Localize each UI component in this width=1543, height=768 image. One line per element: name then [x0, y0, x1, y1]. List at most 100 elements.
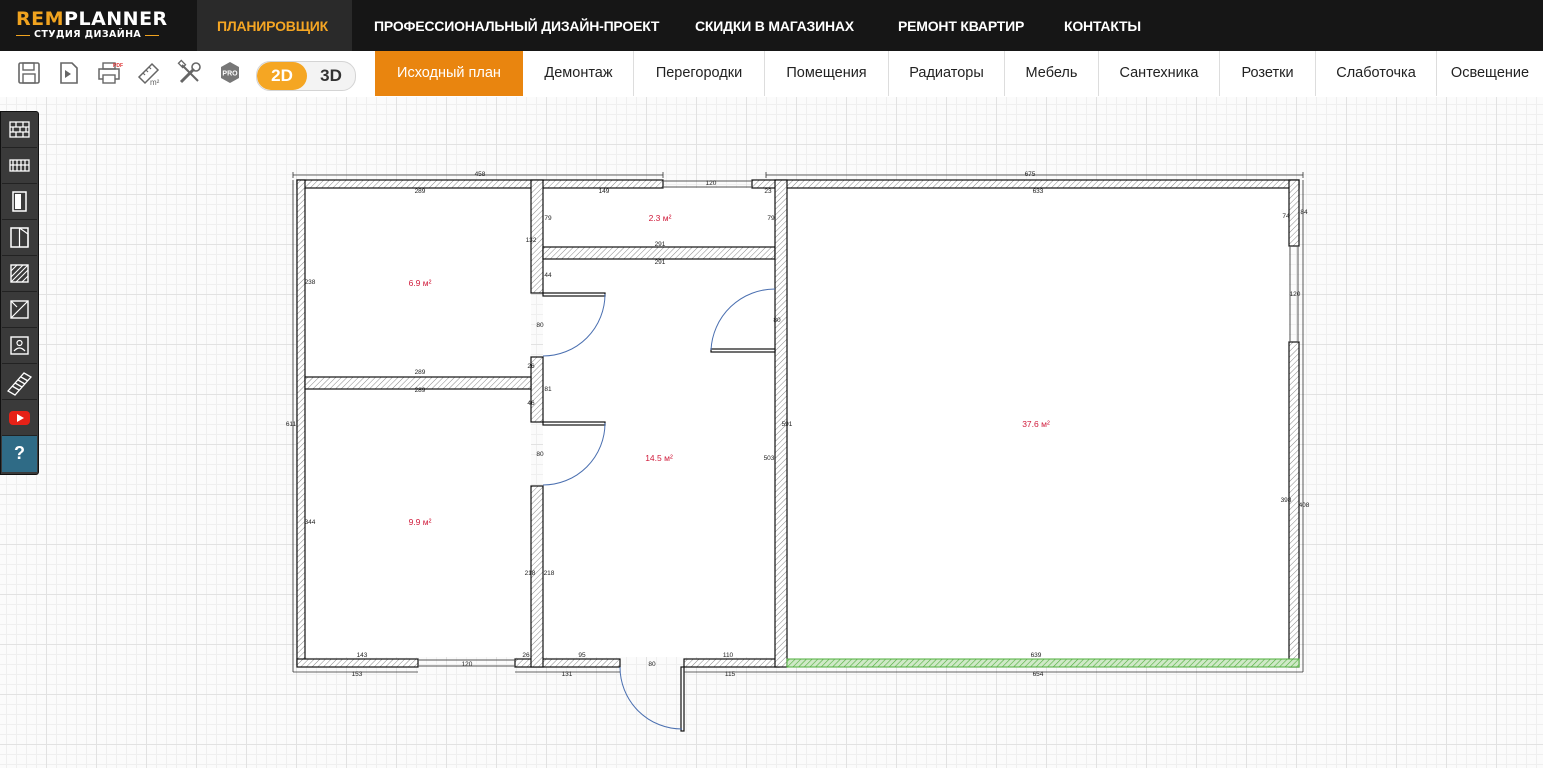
dim-label: 289 — [415, 369, 426, 376]
mode-3d-button[interactable]: 3D — [307, 62, 355, 90]
dim-label: 80 — [648, 661, 656, 668]
tab-plumbing[interactable]: Сантехника — [1099, 51, 1220, 96]
dim-label: 153 — [352, 671, 363, 678]
wall — [296, 179, 664, 189]
room-area-label[interactable]: 9.9 м² — [409, 517, 432, 527]
dim-label: 289 — [415, 387, 426, 394]
dim-label: 74 — [1282, 213, 1290, 220]
brick-wall-icon[interactable] — [2, 112, 37, 148]
dim-label: 26 — [527, 363, 535, 370]
door-leaf — [710, 348, 776, 353]
dim-label: 149 — [599, 188, 610, 195]
dim-label: 44 — [544, 272, 552, 279]
room-area-label[interactable]: 6.9 м² — [409, 278, 432, 288]
dim-label: 398 — [1281, 497, 1292, 504]
door-leaf — [680, 666, 685, 732]
plan-canvas[interactable]: 458 120 23 675 289 149 79 79 633 74 84 1… — [0, 97, 1543, 768]
dim-label: 120 — [706, 180, 717, 187]
tab-partitions[interactable]: Перегородки — [634, 51, 765, 96]
svg-text:PRO: PRO — [222, 71, 238, 78]
dim-label: 291 — [655, 241, 666, 248]
dim-label: 79 — [767, 215, 775, 222]
wall — [751, 179, 1300, 189]
left-tool-panel: ? — [0, 111, 39, 475]
tab-radiators[interactable]: Радиаторы — [889, 51, 1005, 96]
room-area-label[interactable]: 37.6 м² — [1022, 419, 1050, 429]
nav-apartment-renovation[interactable]: РЕМОНТ КВАРТИР — [898, 0, 1024, 51]
room-label-icon[interactable] — [2, 328, 37, 364]
wall — [1288, 341, 1300, 668]
dim-label: 143 — [357, 652, 368, 659]
wall — [1288, 179, 1300, 247]
dim-label: 95 — [578, 652, 586, 659]
dim-label: 23 — [764, 188, 772, 195]
dim-label: 503 — [764, 455, 775, 462]
tab-rooms[interactable]: Помещения — [765, 51, 889, 96]
dim-label: 80 — [536, 322, 544, 329]
nav-contacts[interactable]: КОНТАКТЫ — [1064, 0, 1141, 51]
tab-furniture[interactable]: Мебель — [1005, 51, 1099, 96]
mode-2d-button[interactable]: 2D — [257, 62, 307, 90]
dim-label: 26 — [522, 652, 530, 659]
dim-label: 79 — [544, 215, 552, 222]
dim-label: 46 — [527, 400, 535, 407]
tab-lighting[interactable]: Освещение — [1437, 51, 1543, 96]
dim-label: 218 — [544, 570, 555, 577]
dim-label: 639 — [1031, 652, 1042, 659]
dim-label: 591 — [782, 421, 793, 428]
svg-text:m²: m² — [150, 78, 160, 87]
floor-plan[interactable]: 458 120 23 675 289 149 79 79 633 74 84 1… — [0, 97, 1543, 768]
help-icon[interactable]: ? — [2, 436, 37, 472]
tab-sockets[interactable]: Розетки — [1220, 51, 1316, 96]
nav-design-project[interactable]: ПРОФЕССИОНАЛЬНЫЙ ДИЗАЙН-ПРОЕКТ — [374, 0, 659, 51]
wall — [683, 658, 780, 668]
top-navigation-bar: REMPLANNER СТУДИЯ ДИЗАЙНА ПЛАНИРОВЩИК ПР… — [0, 0, 1543, 51]
balcony-wall — [786, 658, 1300, 668]
dim-label: 132 — [526, 237, 537, 244]
tab-low-current[interactable]: Слаботочка — [1316, 51, 1437, 96]
tab-original-plan[interactable]: Исходный план — [375, 51, 523, 96]
nav-planner[interactable]: ПЛАНИРОВЩИК — [217, 0, 328, 51]
toolbar: PDF m² PRO 2D 3D Исходный план Демонтаж … — [0, 51, 1543, 98]
tools-icon[interactable] — [176, 59, 202, 87]
dim-label: 81 — [544, 386, 552, 393]
opening-icon[interactable] — [2, 292, 37, 328]
pro-badge-icon[interactable]: PRO — [216, 59, 242, 87]
nav-store-discounts[interactable]: СКИДКИ В МАГАЗИНАХ — [695, 0, 854, 51]
dim-label: 120 — [1290, 291, 1301, 298]
youtube-icon[interactable] — [2, 400, 37, 436]
open-file-icon[interactable] — [56, 59, 82, 87]
dim-label: 238 — [305, 279, 316, 286]
area-ruler-icon[interactable]: m² — [136, 59, 162, 87]
dim-label: 131 — [562, 671, 573, 678]
wall — [542, 246, 776, 260]
svg-text:PDF: PDF — [113, 63, 123, 69]
view-mode-toggle[interactable]: 2D 3D — [256, 61, 356, 91]
partition-wall-icon[interactable] — [2, 148, 37, 184]
dim-label: 120 — [462, 661, 473, 668]
dim-label: 633 — [1033, 188, 1044, 195]
tab-demolition[interactable]: Демонтаж — [524, 51, 634, 96]
dim-label: 611 — [286, 421, 297, 428]
dim-label: 344 — [305, 519, 316, 526]
dim-label: 675 — [1025, 171, 1036, 178]
dim-label: 654 — [1033, 671, 1044, 678]
dim-label: 84 — [1300, 209, 1308, 216]
dim-label: 289 — [415, 188, 426, 195]
dim-label: 291 — [655, 259, 666, 266]
door-leaf — [542, 421, 606, 426]
dim-label: 115 — [725, 671, 736, 678]
save-icon[interactable] — [16, 59, 42, 87]
room-area-label[interactable]: 2.3 м² — [649, 213, 672, 223]
dim-label: 408 — [1299, 502, 1310, 509]
stairs-icon[interactable] — [2, 364, 37, 400]
hatch-area-icon[interactable] — [2, 256, 37, 292]
window-icon[interactable] — [2, 220, 37, 256]
remplanner-logo[interactable]: REMPLANNER СТУДИЯ ДИЗАЙНА — [16, 9, 176, 43]
room-area-label[interactable]: 14.5 м² — [645, 453, 673, 463]
dim-label: 110 — [723, 652, 734, 659]
print-pdf-icon[interactable]: PDF — [96, 59, 123, 87]
dim-label: 80 — [773, 317, 781, 324]
door-icon[interactable] — [2, 184, 37, 220]
dim-label: 458 — [475, 171, 486, 178]
